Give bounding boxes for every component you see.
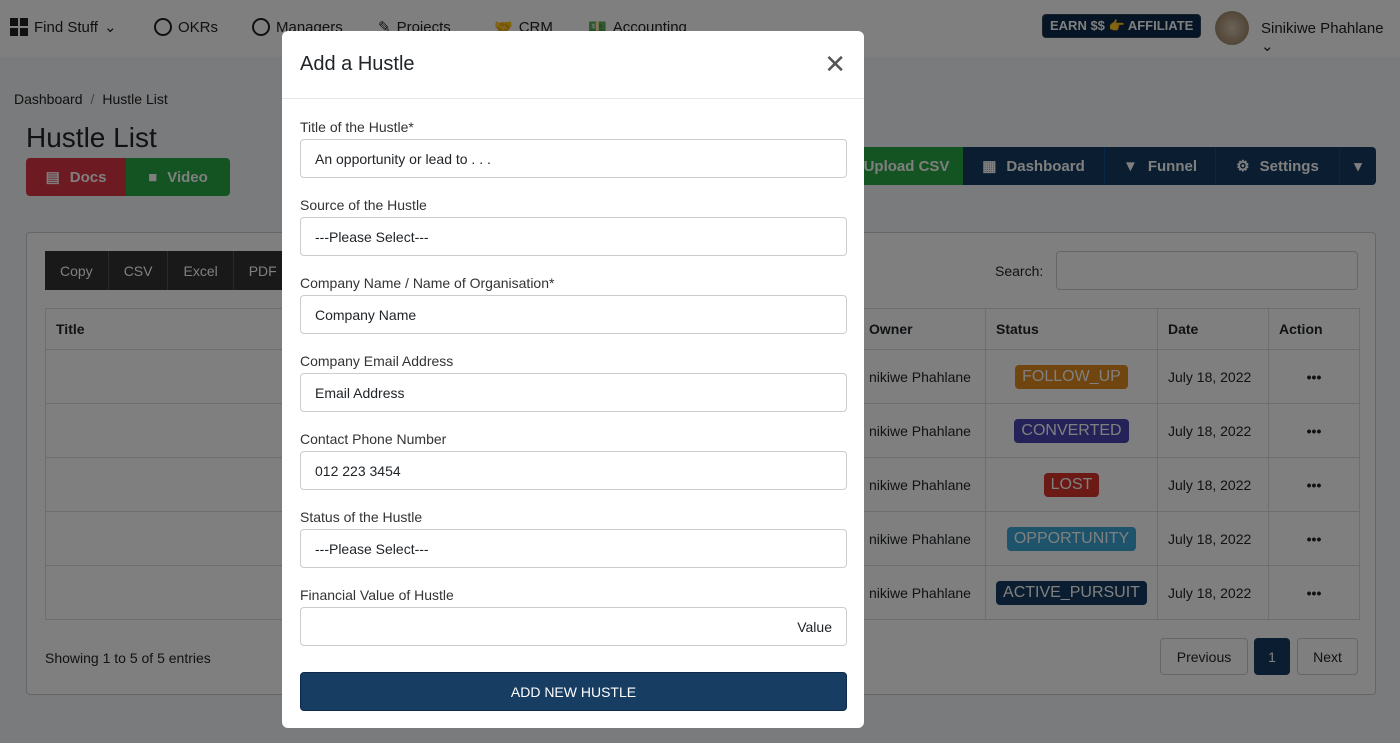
field-label: Financial Value of Hustle — [300, 587, 454, 603]
value-field[interactable]: Value — [300, 607, 847, 646]
status-select-field[interactable]: ---Please Select--- — [300, 529, 847, 568]
source-select-field[interactable]: ---Please Select--- — [300, 217, 847, 256]
field-label: Title of the Hustle* — [300, 119, 414, 135]
phone-field[interactable]: 012 223 3454 — [300, 451, 847, 490]
add-hustle-modal: Add a Hustle ✕ Title of the Hustle* An opp… — [282, 31, 864, 728]
close-icon[interactable]: ✕ — [824, 49, 846, 80]
form-group: Status of the Hustle ---Please Select--- — [300, 509, 847, 568]
add-new-hustle-button[interactable]: ADD NEW HUSTLE — [300, 672, 847, 711]
company-name-field[interactable]: Company Name — [300, 295, 847, 334]
form-group: Company Email Address Email Address — [300, 353, 847, 412]
field-label: Contact Phone Number — [300, 431, 447, 447]
modal-title: Add a Hustle — [300, 53, 415, 75]
field-label: Status of the Hustle — [300, 509, 423, 525]
form-group: Company Name / Name of Organisation* Comp… — [300, 275, 847, 334]
title-field[interactable]: An opportunity or lead to . . . — [300, 139, 847, 178]
form-group: Contact Phone Number 012 223 3454 — [300, 431, 847, 490]
form-group: Source of the Hustle ---Please Select--- — [300, 197, 847, 256]
form-group: Title of the Hustle* An opportunity or le… — [300, 119, 847, 178]
email-field[interactable]: Email Address — [300, 373, 847, 412]
form-group: Financial Value of Hustle Value — [300, 587, 847, 646]
field-label: Source of the Hustle — [300, 197, 427, 213]
field-label: Company Email Address — [300, 353, 454, 369]
field-label: Company Name / Name of Organisation* — [300, 275, 555, 291]
